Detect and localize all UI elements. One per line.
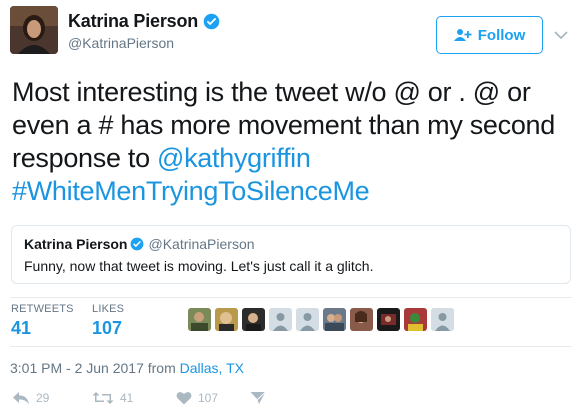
default-avatar-icon[interactable] [431, 308, 454, 331]
reply-action[interactable]: 29 [12, 391, 49, 405]
chevron-down-icon[interactable] [553, 28, 569, 40]
tweet-hashtag-link[interactable]: #WhiteMenTryingToSilenceMe [12, 176, 370, 206]
likes-stat[interactable]: LIKES 107 [92, 303, 124, 339]
divider [10, 297, 572, 298]
liker-avatars [188, 308, 458, 331]
liker-avatar[interactable] [404, 308, 427, 331]
timestamp-time[interactable]: 3:01 PM - 2 Jun 2017 from [10, 360, 180, 376]
quoted-author-name: Katrina Pierson [24, 236, 128, 252]
tweet-text: Most interesting is the tweet w/o @ or .… [12, 76, 572, 208]
location-link[interactable]: Dallas, TX [180, 360, 244, 376]
like-action[interactable]: 107 [176, 391, 218, 405]
liker-avatar[interactable] [215, 308, 238, 331]
heart-icon [176, 392, 192, 405]
retweet-action[interactable]: 41 [92, 391, 133, 405]
liker-avatar[interactable] [377, 308, 400, 331]
quoted-author-handle: @KatrinaPierson [148, 236, 255, 252]
verified-badge-icon [203, 13, 220, 30]
default-avatar-icon[interactable] [269, 308, 292, 331]
follow-person-icon [453, 28, 472, 42]
follow-button[interactable]: Follow [436, 16, 543, 54]
retweets-value: 41 [11, 318, 32, 338]
liker-avatar[interactable] [323, 308, 346, 331]
reply-count: 29 [36, 391, 50, 405]
author-handle[interactable]: @KatrinaPierson [68, 35, 220, 51]
liker-avatar[interactable] [350, 308, 373, 331]
verified-badge-icon [130, 237, 144, 251]
tweet-timestamp: 3:01 PM - 2 Jun 2017 from Dallas, TX [10, 360, 244, 376]
direct-message-action[interactable] [250, 391, 272, 405]
quoted-tweet[interactable]: Katrina Pierson @KatrinaPierson Funny, n… [11, 225, 571, 284]
message-icon [250, 391, 266, 404]
divider [10, 346, 572, 347]
liker-avatar[interactable] [188, 308, 211, 331]
likes-value: 107 [92, 318, 123, 338]
author-block: Katrina Pierson @KatrinaPierson [68, 11, 220, 51]
retweet-count: 41 [120, 391, 134, 405]
follow-button-label: Follow [477, 26, 526, 44]
profile-avatar[interactable] [10, 6, 58, 54]
like-count: 107 [198, 391, 219, 405]
quoted-tweet-header: Katrina Pierson @KatrinaPierson [24, 236, 255, 252]
author-display-name[interactable]: Katrina Pierson [68, 11, 198, 32]
liker-avatar[interactable] [242, 308, 265, 331]
retweets-label: RETWEETS [11, 303, 74, 315]
default-avatar-icon[interactable] [296, 308, 319, 331]
quoted-tweet-text: Funny, now that tweet is moving. Let's j… [24, 258, 374, 274]
tweet-mention-link[interactable]: @kathygriffin [157, 143, 311, 173]
likes-label: LIKES [92, 303, 125, 315]
reply-icon [13, 392, 29, 404]
retweet-icon [92, 392, 114, 404]
retweets-stat[interactable]: RETWEETS 41 [11, 303, 74, 339]
